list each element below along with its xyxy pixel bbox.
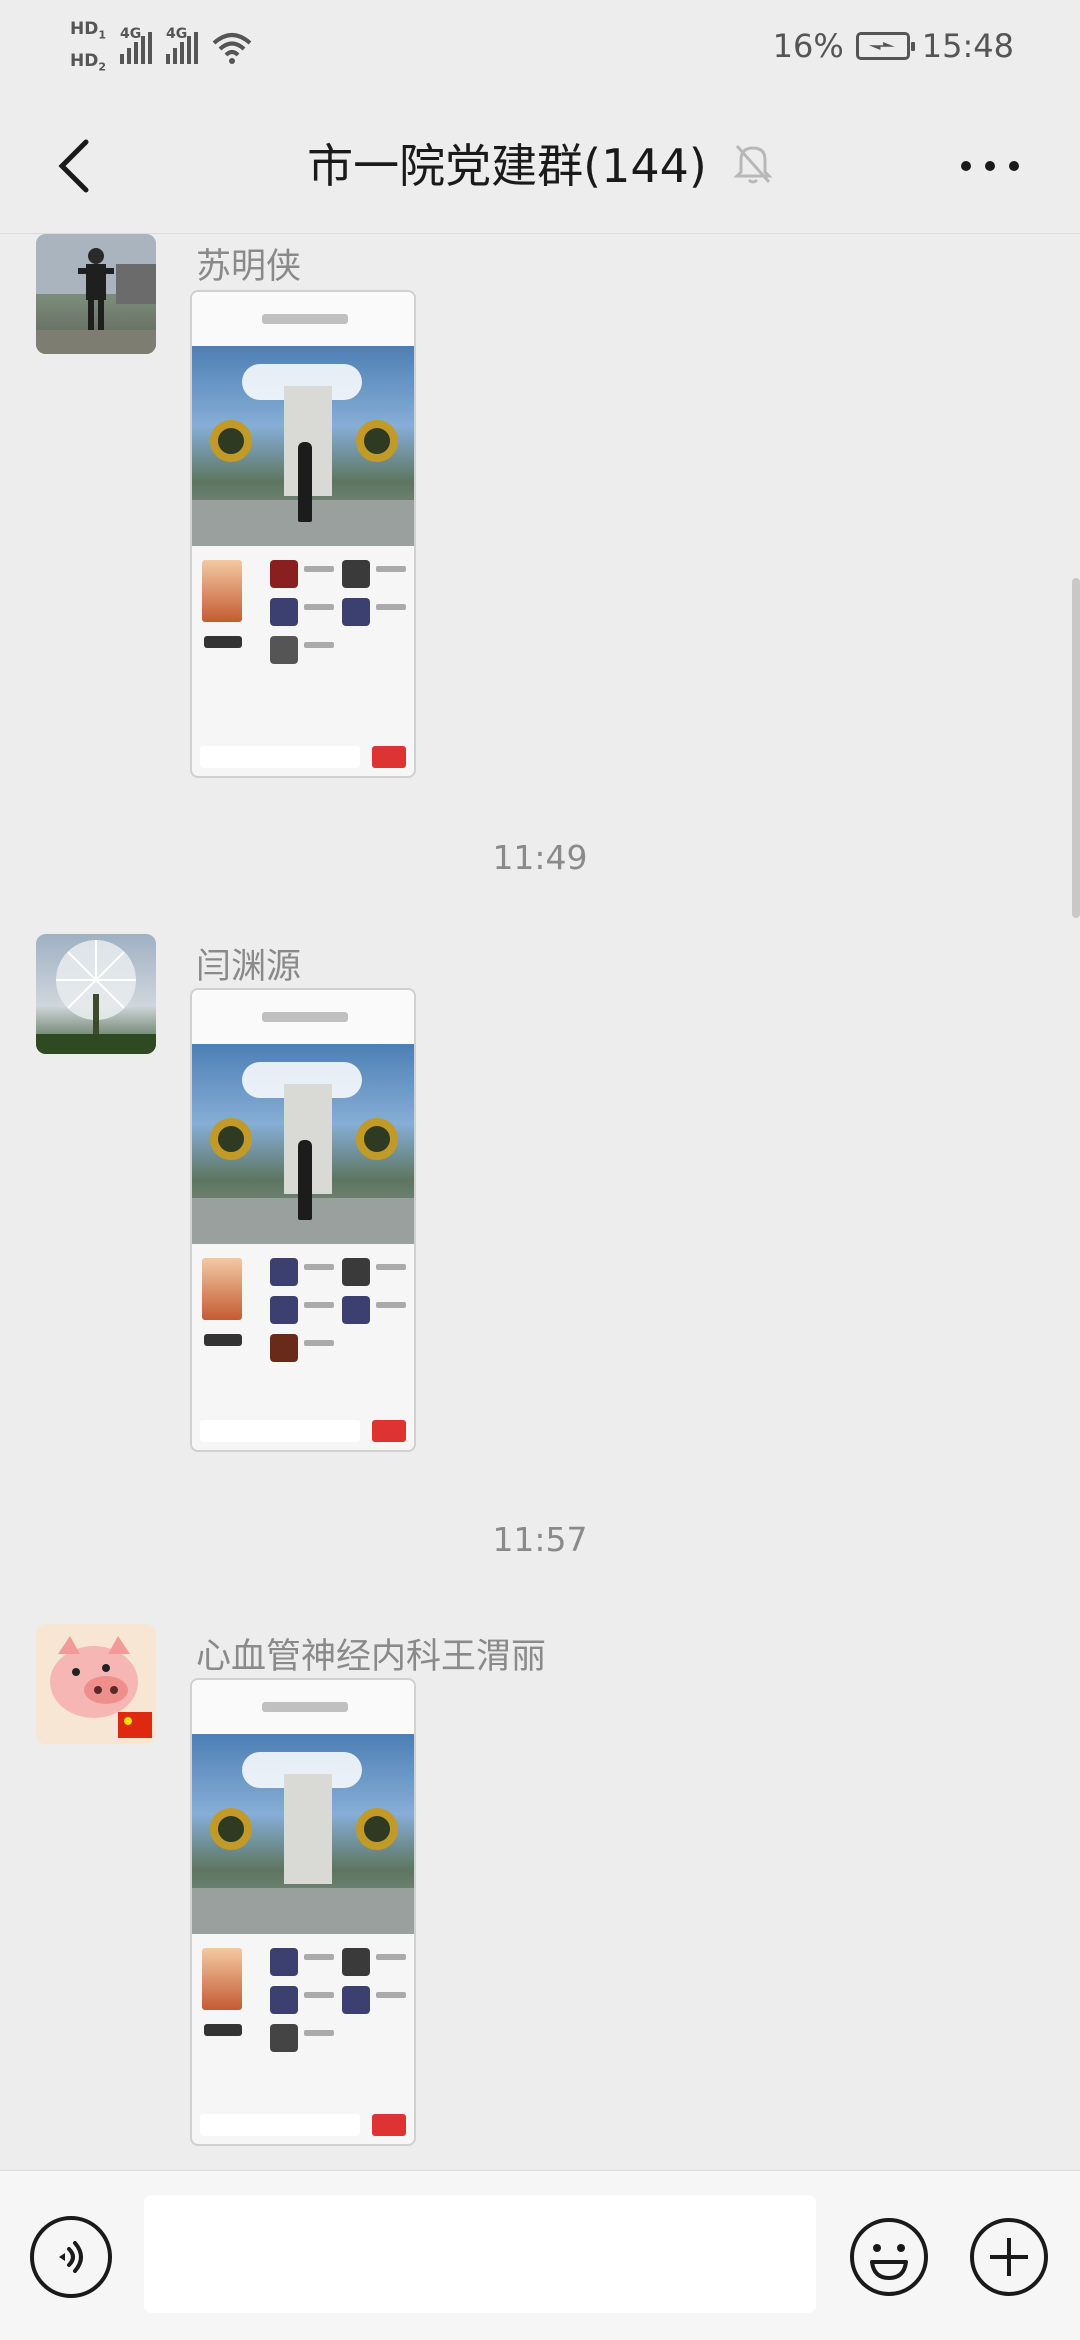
wifi-icon (212, 33, 252, 64)
message-input[interactable] (144, 2195, 816, 2313)
status-right: 16% 15:48 (773, 24, 1014, 68)
avatar[interactable] (36, 934, 156, 1054)
hd1-badge: HD1 (70, 18, 106, 41)
sender-name: 苏明侠 (196, 247, 302, 287)
chat-title: 市一院党建群(144) (307, 139, 707, 193)
image-message[interactable] (190, 988, 416, 1452)
timestamp: 11:57 (492, 1520, 588, 1559)
plus-icon (970, 2218, 1048, 2296)
signal-icon-2: 4G (166, 26, 198, 64)
avatar-pig-image (36, 1624, 156, 1744)
clock: 15:48 (921, 27, 1014, 65)
avatar[interactable] (36, 234, 156, 354)
hd-indicators: HD1 HD2 (70, 19, 106, 78)
bell-off-icon (733, 145, 773, 184)
title-wrap: 市一院党建群(144) (0, 130, 1080, 196)
signal-icon-1: 4G (120, 26, 152, 64)
emoji-icon (850, 2218, 928, 2296)
battery-percent: 16% (772, 27, 844, 65)
plus-button[interactable] (968, 2216, 1050, 2298)
voice-button[interactable] (30, 2216, 112, 2298)
sender-name: 心血管神经内科王渭丽 (196, 1637, 547, 1677)
status-bar: HD1 HD2 4G 4G 16% 15:48 (0, 0, 1080, 96)
emoji-button[interactable] (848, 2216, 930, 2298)
more-dots-icon (961, 161, 1019, 171)
avatar-dandelion-image (36, 940, 156, 1054)
image-message[interactable] (190, 1678, 416, 2146)
battery-icon (855, 32, 915, 60)
network-type-2: 4G (166, 26, 188, 42)
network-type-1: 4G (120, 26, 142, 42)
timestamp: 11:49 (492, 838, 588, 877)
more-button[interactable] (950, 136, 1030, 196)
chat-header: 市一院党建群(144) (0, 96, 1080, 234)
voice-icon (59, 2241, 83, 2273)
sender-name: 闫渊源 (196, 947, 302, 987)
hd2-badge: HD2 (70, 51, 106, 74)
avatar[interactable] (36, 1624, 156, 1744)
avatar-person-image (36, 234, 156, 354)
input-bar (0, 2170, 1080, 2340)
status-left: HD1 HD2 4G 4G (70, 18, 252, 78)
image-message[interactable] (190, 290, 416, 778)
